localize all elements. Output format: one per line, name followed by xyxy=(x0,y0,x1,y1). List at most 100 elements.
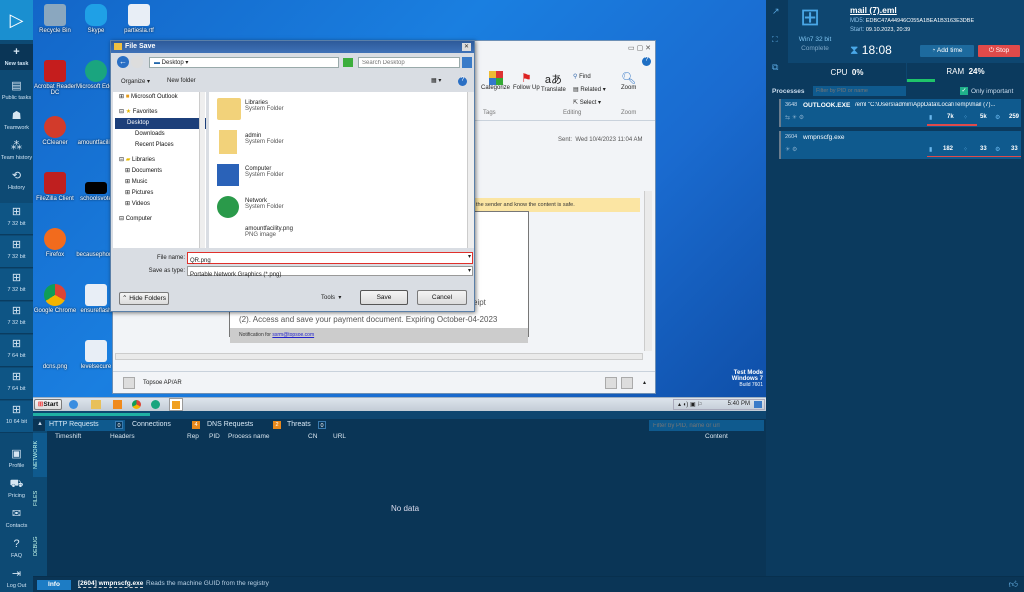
process-item[interactable]: 3648 OUTLOOK.EXE /eml "C:\Users\admin\Ap… xyxy=(779,99,1021,127)
desktop-icon-dcns[interactable]: dcns.png xyxy=(33,340,77,370)
tree-scrollbar[interactable] xyxy=(199,92,205,248)
desktop-icon-acrobat[interactable]: Acrobat Reader DC xyxy=(33,60,77,96)
explorer-icon[interactable] xyxy=(91,400,101,409)
fullscreen-icon[interactable]: ⛶ xyxy=(772,35,778,45)
file-name-input[interactable]: QR.png ▾ xyxy=(187,252,473,264)
desktop-icon-skype[interactable]: Skype xyxy=(74,4,118,34)
expand-icon[interactable]: ▴ xyxy=(643,379,646,386)
nav-contacts[interactable]: ✉ Contacts xyxy=(0,508,33,530)
column-header-timeshift[interactable]: Timeshift xyxy=(55,433,81,440)
nav-public-tasks[interactable]: ▤ Public tasks xyxy=(0,80,33,102)
side-tab-debug[interactable]: DEBUG xyxy=(33,531,47,561)
vm-item[interactable]: ⊞ 7 32 bit xyxy=(0,236,33,268)
categorize-button[interactable]: Categorize xyxy=(481,71,510,91)
organize-button[interactable]: Organize ▾ xyxy=(121,78,150,85)
nav-faq[interactable]: ? FAQ xyxy=(0,538,33,560)
zoom-button[interactable]: 🔍︎ Zoom xyxy=(621,71,636,91)
desktop-icon-chrome[interactable]: Google Chrome xyxy=(33,284,77,314)
nav-team-history[interactable]: ⁂ Team history xyxy=(0,140,33,162)
edge-taskbar-icon[interactable] xyxy=(151,400,160,409)
help-icon[interactable]: ? xyxy=(458,77,467,86)
file-item[interactable]: amountfacility.png PNG image xyxy=(245,226,293,238)
outlook-taskbar-button[interactable] xyxy=(169,398,183,411)
related-button[interactable]: ▤ Related ▾ xyxy=(573,86,606,93)
file-item[interactable]: admin System Folder xyxy=(245,133,284,145)
thumbs-up-icon[interactable]: 👍︎ xyxy=(1009,579,1018,590)
horizontal-scrollbar[interactable] xyxy=(115,353,643,360)
nav-profile[interactable]: ▣ Profile xyxy=(0,448,33,470)
dropdown-arrow-icon[interactable]: ▾ xyxy=(468,267,471,274)
column-header-headers[interactable]: Headers xyxy=(110,433,135,440)
file-item[interactable]: Computer System Folder xyxy=(245,166,284,178)
show-desktop-button[interactable] xyxy=(754,401,762,408)
nav-history[interactable]: ⟲ History xyxy=(0,170,33,192)
nav-pricing[interactable]: ⛟ Pricing xyxy=(0,478,33,500)
translate-button[interactable]: aあ Translate xyxy=(541,71,566,93)
tab-http-requests[interactable]: HTTP Requests xyxy=(45,420,125,431)
start-button[interactable]: ⊞Start xyxy=(34,399,62,410)
tray-icons[interactable]: ▴ ◖) ▣ ⚐ xyxy=(678,402,703,408)
column-header-cn[interactable]: CN xyxy=(308,433,317,440)
copy-icon[interactable]: ⧉ xyxy=(772,62,778,73)
collapse-icon[interactable]: ▲ xyxy=(37,421,43,427)
file-list-scrollbar[interactable] xyxy=(467,92,474,248)
select-button[interactable]: ⇱ Select ▾ xyxy=(573,99,601,106)
save-type-select[interactable]: Portable Network Graphics (*.png) ▾ xyxy=(187,266,473,278)
tree-item-desktop[interactable]: Desktop xyxy=(115,118,206,129)
desktop-icon-rtf[interactable]: partiesla.rtf xyxy=(117,4,161,34)
side-tab-files[interactable]: FILES xyxy=(33,483,47,513)
process-item[interactable]: 2604 wmpnscfg.exe ☀ ⚙ ▮ 182 ⁘ 33 ⚙ 33 xyxy=(779,131,1021,159)
help-icon[interactable]: ? xyxy=(642,57,651,66)
tree-item-pictures[interactable]: ⊞ Pictures xyxy=(119,188,206,199)
column-header-process-name[interactable]: Process name xyxy=(228,433,270,440)
tree-item-outlook[interactable]: ⊞ ■ Microsoft Outlook xyxy=(119,92,206,103)
file-item[interactable]: Network System Folder xyxy=(245,198,284,210)
vm-item[interactable]: ⊞ 10 64 bit xyxy=(0,401,33,433)
dropdown-arrow-icon[interactable]: ▾ xyxy=(468,253,471,260)
open-external-icon[interactable]: ↗ xyxy=(772,6,780,17)
clock[interactable]: 5:40 PM xyxy=(728,401,750,407)
tab-dns-requests[interactable]: DNS Requests xyxy=(203,420,257,431)
network-filter-input[interactable] xyxy=(649,420,764,431)
close-icon[interactable]: ✕ xyxy=(462,43,471,51)
window-controls[interactable]: ▭ ▢ ✕ xyxy=(628,44,651,52)
tree-item-computer[interactable]: ⊟ Computer xyxy=(119,214,206,225)
find-button[interactable]: ⚲ Find xyxy=(573,73,591,80)
search-icon[interactable] xyxy=(462,57,472,68)
add-time-button[interactable]: ◔ Add time xyxy=(920,45,974,57)
back-button[interactable]: ← xyxy=(117,56,129,68)
tree-item-recent-places[interactable]: Recent Places xyxy=(119,140,206,151)
ie-icon[interactable] xyxy=(69,400,78,409)
vm-item[interactable]: ⊞ 7 64 bit xyxy=(0,368,33,400)
nav-logout[interactable]: ⇥ Log Out xyxy=(0,568,33,590)
task-filename[interactable]: mail (7).eml xyxy=(850,5,897,15)
tree-item-music[interactable]: ⊞ Music xyxy=(119,177,206,188)
chrome-taskbar-icon[interactable] xyxy=(132,400,141,409)
vm-item[interactable]: ⊞ 7 32 bit xyxy=(0,302,33,334)
desktop-icon-filezilla[interactable]: FileZilla Client xyxy=(33,172,77,202)
tab-threats[interactable]: Threats xyxy=(283,420,315,431)
notification-email-link[interactable]: ssrm@topsoe.com xyxy=(272,332,314,338)
column-header-url[interactable]: URL xyxy=(333,433,346,440)
follow-up-button[interactable]: ⚑ Follow Up xyxy=(513,71,540,91)
forward-button[interactable] xyxy=(131,56,143,68)
process-filter-input[interactable] xyxy=(813,86,906,96)
hide-folders-button[interactable]: ⌃ Hide Folders xyxy=(119,292,169,305)
view-options-button[interactable]: ▦ ▾ xyxy=(431,77,441,84)
nav-teamwork[interactable]: ☗ Teamwork xyxy=(0,110,33,132)
refresh-button[interactable] xyxy=(343,58,353,67)
new-task-button[interactable]: + New task xyxy=(0,44,33,70)
vm-item[interactable]: ⊞ 7 32 bit xyxy=(0,269,33,301)
status-process-link[interactable]: [2604] wmpnscfg.exe xyxy=(78,580,144,588)
side-tab-network[interactable]: NETWORK xyxy=(33,433,47,477)
desktop-icon-ccleaner[interactable]: CCleaner xyxy=(33,116,77,146)
column-header-content[interactable]: Content xyxy=(705,433,728,440)
media-player-icon[interactable] xyxy=(113,400,122,409)
tab-connections[interactable]: Connections xyxy=(128,420,175,431)
stop-button[interactable]: ⏻ Stop xyxy=(978,45,1020,57)
vertical-scrollbar[interactable] xyxy=(644,191,652,351)
cancel-button[interactable]: Cancel xyxy=(417,290,467,305)
vm-item[interactable]: ⊞ 7 32 bit xyxy=(0,203,33,235)
only-important-checkbox[interactable]: ✓ xyxy=(960,87,968,95)
save-button[interactable]: Save xyxy=(360,290,408,305)
